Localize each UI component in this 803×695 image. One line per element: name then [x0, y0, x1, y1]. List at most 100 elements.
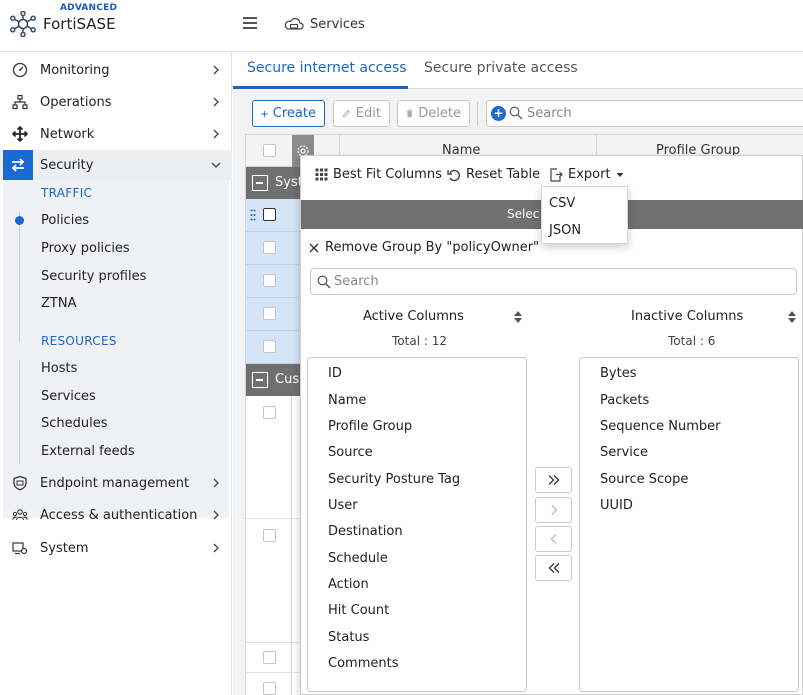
sort-icon[interactable] — [787, 310, 797, 324]
sidebar-subitem-policies[interactable]: Policies — [41, 213, 89, 228]
row-checkbox[interactable] — [263, 529, 276, 542]
sidebar-subitem-schedules[interactable]: Schedules — [41, 416, 108, 431]
inactive-column-item[interactable]: Service — [600, 445, 648, 460]
active-columns-total: Total : 12 — [392, 334, 447, 348]
move-left-button[interactable] — [535, 526, 572, 552]
move-all-right-button[interactable] — [535, 467, 572, 493]
active-column-item[interactable]: Action — [328, 577, 369, 592]
row-checkbox[interactable] — [263, 651, 276, 664]
sidebar-subitem-security-profiles[interactable]: Security profiles — [41, 269, 146, 284]
inactive-column-item[interactable]: Packets — [600, 393, 649, 408]
active-column-item[interactable]: Comments — [328, 656, 398, 671]
tree-line — [19, 360, 20, 464]
row-checkbox[interactable] — [263, 274, 276, 287]
sidebar-item-endpoint-management[interactable]: Endpoint management — [0, 468, 232, 498]
sidebar-subitem-external-feeds[interactable]: External feeds — [41, 444, 135, 459]
export-csv-option[interactable]: CSV — [549, 196, 575, 211]
search-placeholder: Search — [527, 106, 572, 121]
table-row[interactable] — [246, 199, 300, 232]
sidebar-item-access-authentication[interactable]: Access & authentication — [0, 500, 232, 530]
active-column-item[interactable]: Destination — [328, 524, 403, 539]
policy-search-input[interactable]: + Search — [486, 100, 803, 127]
active-column-item[interactable]: Status — [328, 630, 369, 645]
export-button[interactable]: Export — [549, 167, 624, 182]
sidebar-subitem-services[interactable]: Services — [41, 389, 96, 404]
move-all-left-button[interactable] — [535, 555, 572, 581]
active-column-item[interactable]: Hit Count — [328, 603, 389, 618]
table-row[interactable] — [246, 232, 300, 265]
create-button[interactable]: Create — [252, 100, 325, 127]
active-column-item[interactable]: User — [328, 498, 358, 513]
row-checkbox[interactable] — [263, 682, 276, 695]
active-column-item[interactable]: Source — [328, 445, 373, 460]
collapse-icon[interactable] — [252, 175, 268, 191]
sidebar-subitem-proxy-policies[interactable]: Proxy policies — [41, 241, 130, 256]
sidebar-subitem-ztna[interactable]: ZTNA — [41, 296, 76, 311]
inactive-column-item[interactable]: Sequence Number — [600, 419, 720, 434]
sidebar-item-operations[interactable]: Operations — [0, 87, 232, 117]
active-column-item[interactable]: Profile Group — [328, 419, 412, 434]
active-columns-heading: Active Columns — [363, 309, 464, 324]
breadcrumb: Services — [284, 16, 365, 32]
export-json-option[interactable]: JSON — [549, 223, 581, 238]
remove-group-by-button[interactable]: Remove Group By "policyOwner" — [309, 240, 539, 255]
table-row[interactable] — [246, 519, 300, 643]
edit-button[interactable]: Edit — [333, 100, 390, 127]
app-root: ADVANCED FortiSASE Services Monitoring O… — [0, 0, 803, 695]
sidebar-item-monitoring[interactable]: Monitoring — [0, 55, 232, 85]
search-icon — [509, 106, 523, 120]
table-row[interactable] — [246, 673, 300, 695]
monitoring-gauge-icon — [11, 61, 29, 79]
row-checkbox[interactable] — [263, 307, 276, 320]
row-checkbox[interactable] — [263, 208, 276, 221]
menu-toggle-icon[interactable] — [243, 17, 257, 29]
table-row[interactable] — [246, 298, 300, 331]
row-checkbox[interactable] — [263, 340, 276, 353]
collapse-icon[interactable] — [252, 372, 268, 388]
row-checkbox[interactable] — [263, 241, 276, 254]
policy-toolbar: Create Edit Delete + Search — [233, 89, 803, 137]
create-label: Create — [272, 106, 316, 121]
column-search-placeholder: Search — [334, 274, 379, 289]
move-right-button[interactable] — [535, 497, 572, 523]
inactive-column-item[interactable]: Bytes — [600, 366, 636, 381]
delete-label: Delete — [418, 106, 461, 121]
tab-secure-private-access[interactable]: Secure private access — [424, 60, 578, 76]
sidebar-item-label: Operations — [40, 94, 112, 110]
table-row[interactable] — [246, 265, 300, 298]
chevron-right-icon — [213, 129, 219, 139]
inactive-column-item[interactable]: Source Scope — [600, 472, 688, 487]
pencil-icon — [342, 109, 351, 118]
sidebar-item-network[interactable]: Network — [0, 119, 232, 149]
grid-icon — [315, 168, 328, 181]
trash-icon — [406, 109, 413, 118]
add-filter-icon[interactable]: + — [491, 106, 506, 121]
services-cloud-icon — [284, 17, 304, 30]
select-all-checkbox[interactable] — [263, 144, 276, 157]
drag-handle-icon[interactable] — [250, 209, 256, 221]
group-row-custom[interactable]: Cus — [246, 364, 300, 396]
table-row[interactable] — [246, 643, 300, 673]
active-column-item[interactable]: Security Posture Tag — [328, 472, 460, 487]
inactive-column-item[interactable]: UUID — [600, 498, 633, 513]
sort-icon[interactable] — [513, 310, 523, 324]
active-column-item[interactable]: Schedule — [328, 551, 388, 566]
best-fit-label: Best Fit Columns — [333, 167, 442, 182]
active-column-item[interactable]: ID — [328, 366, 342, 381]
tab-secure-internet-access[interactable]: Secure internet access — [247, 60, 407, 76]
double-chevron-right-icon — [548, 475, 559, 485]
sidebar-item-system[interactable]: System — [0, 533, 232, 563]
table-row[interactable] — [246, 396, 300, 519]
table-row[interactable] — [246, 331, 300, 364]
delete-button[interactable]: Delete — [397, 100, 470, 127]
best-fit-columns-button[interactable]: Best Fit Columns — [315, 167, 442, 182]
security-swap-icon — [3, 150, 33, 180]
active-column-item[interactable]: Name — [328, 393, 366, 408]
chevron-down-icon — [211, 162, 221, 168]
sidebar-subitem-hosts[interactable]: Hosts — [41, 361, 77, 376]
column-search-input[interactable]: Search — [310, 268, 797, 295]
group-row-system[interactable]: Syst — [246, 167, 300, 199]
sidebar-item-security[interactable]: Security — [0, 150, 232, 180]
row-checkbox[interactable] — [263, 406, 276, 419]
reset-table-button[interactable]: Reset Table — [447, 167, 540, 182]
